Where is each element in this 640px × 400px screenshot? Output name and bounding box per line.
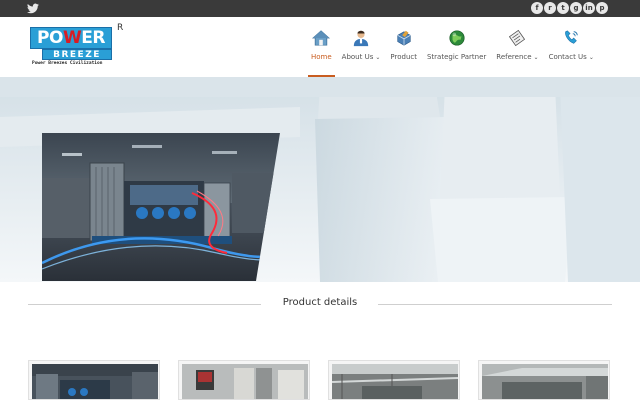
home-icon <box>312 30 331 46</box>
product-thumbnail <box>182 364 308 399</box>
product-thumbnail <box>332 364 458 399</box>
product-icon <box>397 30 411 46</box>
site-header: PO W ER BREEZE Power Breezes Civilization … <box>0 17 640 77</box>
nav-label-about-us-text: About Us <box>341 53 374 61</box>
logo-tagline: Power Breezes Civilization <box>32 61 103 66</box>
linkedin-icon[interactable]: in <box>583 2 595 14</box>
google-plus-icon[interactable]: g <box>570 2 582 14</box>
logo[interactable]: PO W ER BREEZE Power Breezes Civilization <box>30 27 114 71</box>
logo-text-breeze: BREEZE <box>53 49 101 60</box>
section-divider-right <box>378 304 612 305</box>
logo-text-w: W <box>62 28 82 48</box>
chevron-down-icon: ⌄ <box>588 54 594 61</box>
nav-item-reference[interactable]: Reference ⌄ <box>491 25 543 77</box>
main-nav: Home About Us ⌄ Product Strategic Partne… <box>306 25 599 77</box>
product-card[interactable] <box>28 360 160 400</box>
person-icon <box>353 30 369 47</box>
top-bar: f r t g in p <box>0 0 640 17</box>
product-card[interactable] <box>328 360 460 400</box>
nav-label-contact-us-text: Contact Us <box>548 53 587 61</box>
hero-banner <box>0 77 640 282</box>
nav-item-contact-us[interactable]: Contact Us ⌄ <box>544 25 599 77</box>
logo-text-po: PO <box>37 28 63 48</box>
facebook-icon[interactable]: f <box>531 2 543 14</box>
generator-hero-image <box>42 133 280 281</box>
social-links: f r t g in p <box>531 2 608 15</box>
logo-power-box: PO W ER <box>30 27 112 49</box>
chevron-down-icon: ⌄ <box>375 54 381 61</box>
rss-icon[interactable]: r <box>544 2 556 14</box>
nav-label-home: Home <box>311 53 332 61</box>
nav-label-strategic-partner: Strategic Partner <box>426 53 487 61</box>
twitter-icon[interactable]: t <box>557 2 569 14</box>
product-card[interactable] <box>178 360 310 400</box>
nav-item-home[interactable]: Home <box>306 25 337 77</box>
product-thumbnail <box>32 364 158 399</box>
nav-label-about-us: About Us ⌄ <box>342 53 381 61</box>
pinterest-icon[interactable]: p <box>596 2 608 14</box>
nav-label-reference: Reference ⌄ <box>496 53 538 61</box>
globe-icon <box>449 30 465 46</box>
contact-icon <box>565 30 578 44</box>
logo-text-er: ER <box>81 28 105 48</box>
logo-breeze-box: BREEZE <box>42 49 112 60</box>
twitter-icon[interactable] <box>27 3 39 14</box>
nav-label-contact-us: Contact Us ⌄ <box>549 53 594 61</box>
section-title: Product details <box>282 297 358 308</box>
nav-item-about-us[interactable]: About Us ⌄ <box>337 25 386 77</box>
document-icon <box>509 29 526 47</box>
nav-label-reference-text: Reference <box>496 53 532 61</box>
product-thumbnail <box>482 364 608 399</box>
registered-mark: R <box>117 23 124 33</box>
chevron-down-icon: ⌄ <box>533 54 539 61</box>
nav-label-product: Product <box>390 53 417 61</box>
product-card[interactable] <box>478 360 610 400</box>
nav-item-product[interactable]: Product <box>385 25 422 77</box>
nav-item-strategic-partner[interactable]: Strategic Partner <box>422 25 491 77</box>
